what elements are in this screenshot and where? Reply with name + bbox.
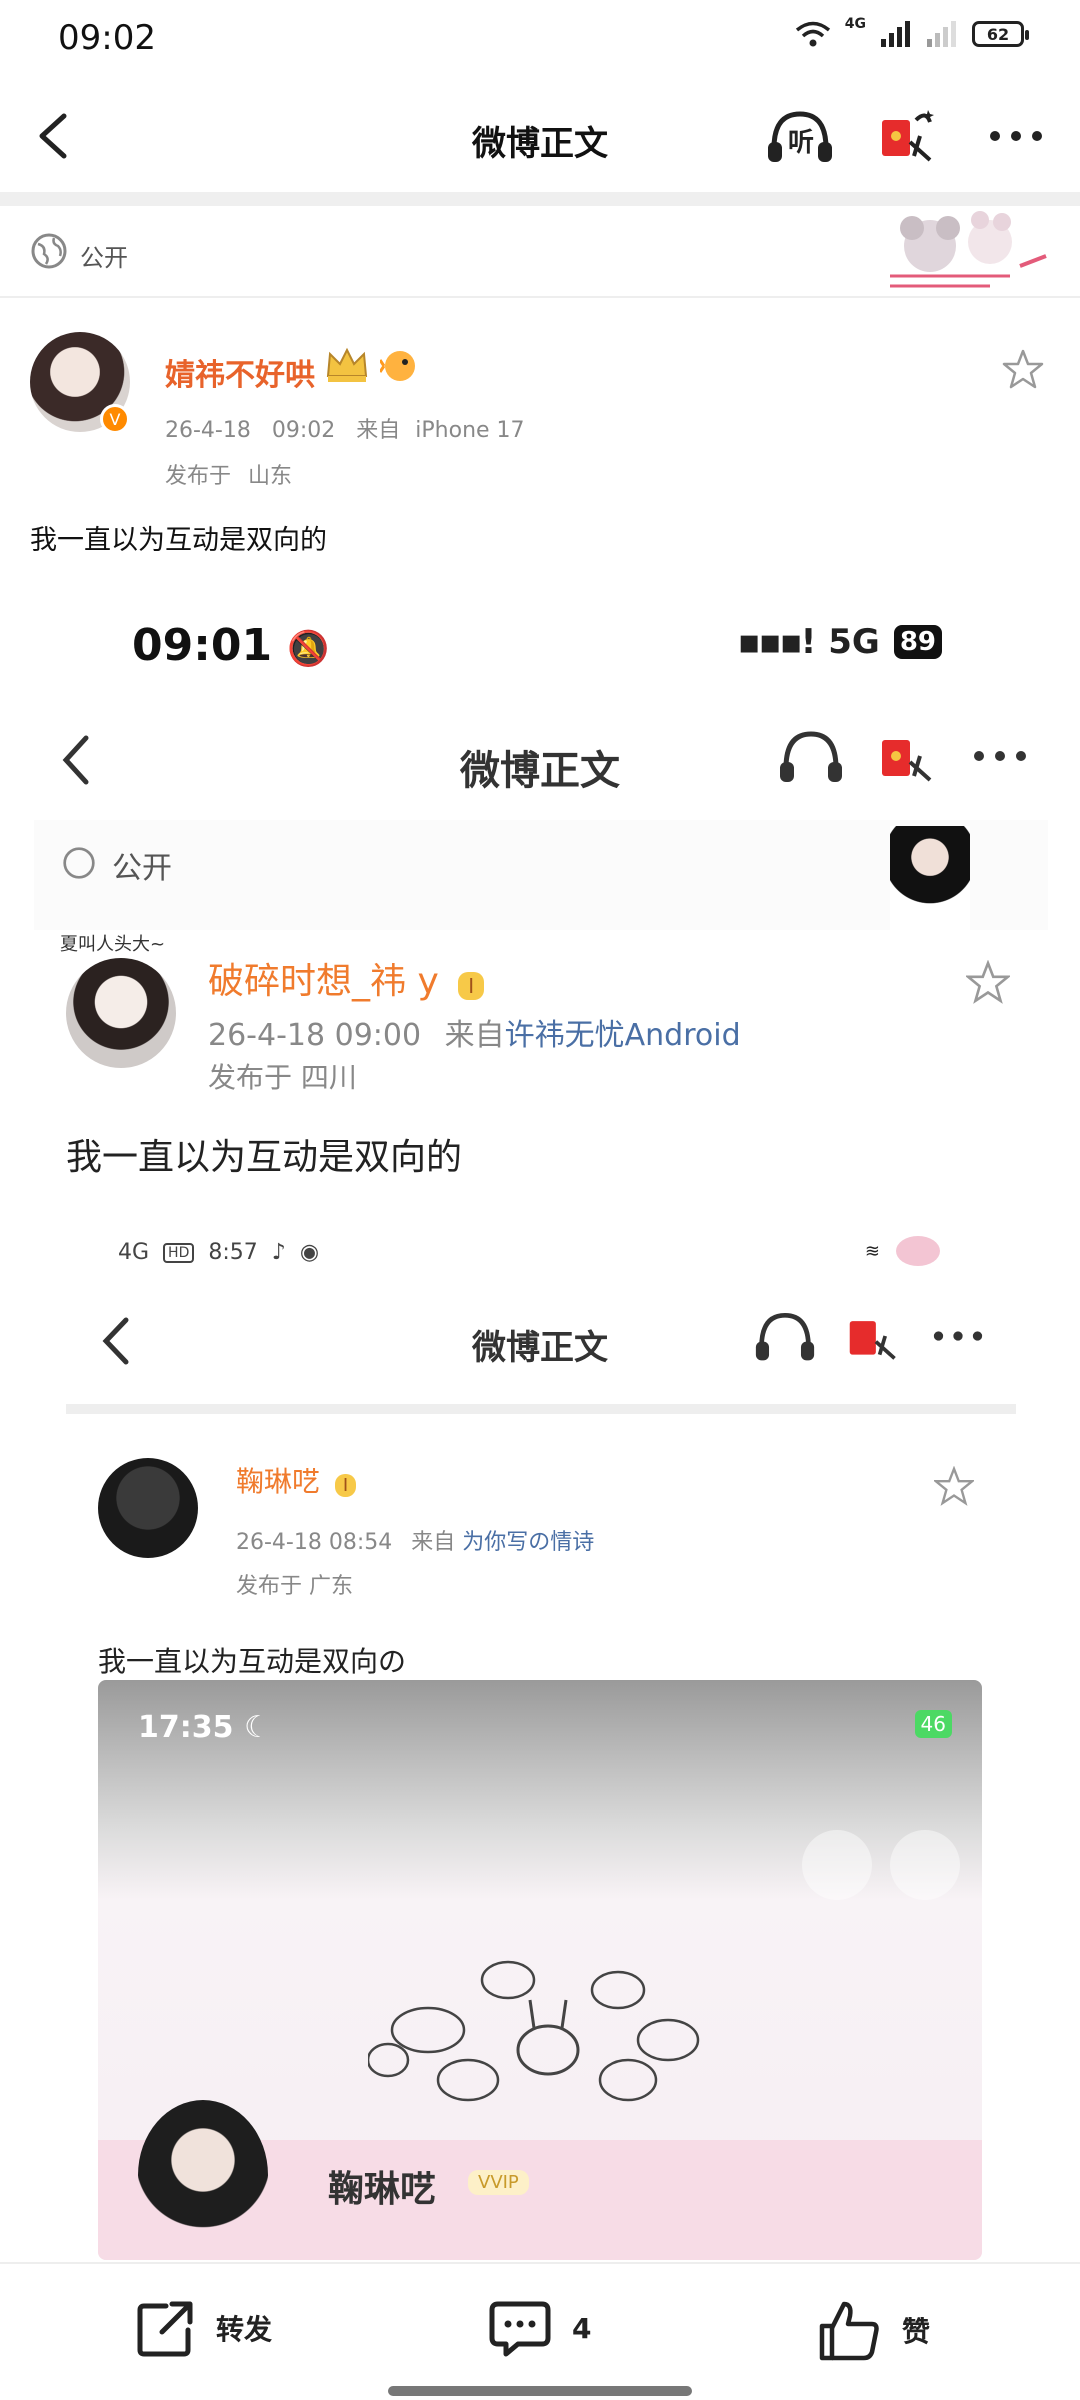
battery-icon: 62 <box>972 21 1029 47</box>
inner-meta: 26-4-18 09:00 来自许祎无忧Android <box>208 1018 741 1053</box>
post-meta: 26-4-18 09:02 来自 iPhone 17 <box>165 412 539 444</box>
like-button[interactable]: 赞 <box>818 2298 930 2362</box>
inner-avatar <box>66 958 176 1068</box>
location-value: 山东 <box>248 464 293 489</box>
inner2-nav-icons <box>754 1308 984 1364</box>
post-time: 09:02 <box>271 418 336 443</box>
author-badges <box>324 346 420 384</box>
network-label: 4G <box>844 16 866 32</box>
location-prefix: 发布于 <box>165 464 232 489</box>
inner-more-icon <box>974 751 1026 761</box>
post-source: iPhone 17 <box>415 418 525 443</box>
inner2-meta: 26-4-18 08:54 来自 为你写の情诗 <box>236 1530 595 1555</box>
inner3-status-time: 17:35 ☾ <box>138 1710 271 1745</box>
home-indicator[interactable] <box>388 2386 692 2396</box>
inner2-avatar <box>98 1458 198 1558</box>
inner3-avatar <box>138 2100 268 2250</box>
crown-badge-icon <box>326 347 368 382</box>
inner2-status: 4G HD 8:57 ♪ ◉ <box>118 1240 320 1265</box>
inner3-vip-badge: VVIP <box>468 2170 529 2195</box>
inner3-profile-name: 鞠琳呓 <box>328 2169 437 2210</box>
girl-sticker <box>890 826 970 930</box>
visibility-row: 公开 <box>0 206 1080 298</box>
wifi-icon <box>795 21 830 47</box>
inner-red-packet-icon <box>882 740 932 782</box>
inner-headphones-icon <box>780 731 842 782</box>
inner-text: 我一直以为互动是双向的 <box>66 1137 463 1178</box>
tiktok-icon: ♪ <box>271 1240 286 1265</box>
inner2-headphones-icon <box>755 1312 815 1361</box>
weibo-icon: ◉ <box>299 1240 320 1265</box>
inner-visibility-label: 公开 <box>112 851 172 886</box>
comment-icon <box>489 2301 551 2357</box>
status-bar: 09:02 4G 62 <box>0 0 1080 80</box>
inner2-wifi-icon: ≋ <box>864 1240 880 1262</box>
post-location: 发布于 山东 <box>165 458 292 490</box>
inner-signal-icon: ▪▪▪! <box>737 622 817 662</box>
inner2-text: 我一直以为互动是双向の <box>98 1645 407 1678</box>
status-icons: 4G 62 <box>795 16 1029 48</box>
inner3-battery: 46 <box>914 1710 952 1738</box>
inner-status-time: 09:01 🔕 <box>132 620 330 671</box>
red-packet-icon <box>882 110 934 162</box>
more-button[interactable] <box>982 106 1050 166</box>
author-name[interactable]: 婧祎不好哄 <box>165 350 315 394</box>
hd-badge: HD <box>163 1242 195 1263</box>
comment-count: 4 <box>572 2311 592 2345</box>
listen-label: 听 <box>788 128 815 158</box>
repost-label: 转发 <box>216 2313 273 2346</box>
signal-weak-icon <box>927 21 956 47</box>
repost-icon <box>137 2301 193 2357</box>
inner-location: 发布于 四川 <box>208 1061 357 1094</box>
pufferfish-badge-icon <box>380 351 415 381</box>
inner2-status-right: ≋ <box>865 1236 940 1266</box>
signal-icon <box>881 21 910 47</box>
red-packet-button[interactable] <box>874 106 942 166</box>
inner3-settings-button <box>890 1830 960 1900</box>
inner-nav-icons <box>778 726 1028 786</box>
status-time: 09:02 <box>58 18 156 58</box>
comment-button[interactable]: 4 <box>488 2298 591 2358</box>
repost-button[interactable]: 转发 <box>136 2298 272 2358</box>
top-nav: 微博正文 听 <box>0 80 1080 190</box>
post-image[interactable]: 09:01 🔕 ▪▪▪! 5G 89 微博正文 公开 夏叫人头大~ 破碎时想_祎… <box>0 580 1080 2260</box>
inner-level-badge: I <box>458 972 485 1000</box>
bunny-doodle-icon <box>368 1960 700 2102</box>
inner-star-icon <box>966 960 1010 1004</box>
post-date: 26-4-18 <box>165 418 251 443</box>
inner2-red-packet-icon <box>849 1321 896 1360</box>
more-icon <box>990 131 1042 141</box>
source-prefix: 来自 <box>356 418 401 443</box>
inner2-star-icon <box>934 1466 974 1506</box>
inner2-sticker-icon <box>896 1236 940 1266</box>
inner-status-right: ▪▪▪! 5G 89 <box>738 622 942 662</box>
favorite-star-icon[interactable] <box>1002 348 1044 390</box>
mute-bell-icon: 🔕 <box>287 629 330 669</box>
mouse-sticker-icon <box>890 211 1047 288</box>
globe-icon <box>31 233 67 269</box>
thumbs-up-icon <box>819 2301 879 2361</box>
inner3-search-button <box>802 1830 872 1900</box>
inner2-level-badge: I <box>334 1474 357 1497</box>
inner2-location: 发布于 广东 <box>236 1574 353 1599</box>
inner-network: 5G <box>828 622 880 662</box>
inner2-more-icon <box>933 1331 983 1341</box>
inner-globe-icon <box>63 847 95 879</box>
like-label: 赞 <box>902 2315 931 2348</box>
verified-badge-icon: V <box>100 404 130 434</box>
inner2-divider <box>66 1404 1016 1414</box>
inner3-screenshot: 17:35 ☾ 46 鞠琳呓 VVIP <box>98 1680 982 2260</box>
section-divider <box>0 192 1080 206</box>
inner-battery: 89 <box>893 625 942 659</box>
visibility-label: 公开 <box>80 244 128 272</box>
bottom-action-bar: 转发 4 赞 <box>0 2262 1080 2400</box>
battery-level: 62 <box>986 24 1010 44</box>
post-text: 我一直以为互动是双向的 <box>30 525 327 556</box>
inner-avatar-tag: 夏叫人头大~ <box>60 934 166 955</box>
inner-username: 破碎时想_祎 y I <box>208 952 485 1004</box>
listen-button[interactable]: 听 <box>766 106 834 166</box>
inner2-username: 鞠琳呓 I <box>236 1460 357 1500</box>
